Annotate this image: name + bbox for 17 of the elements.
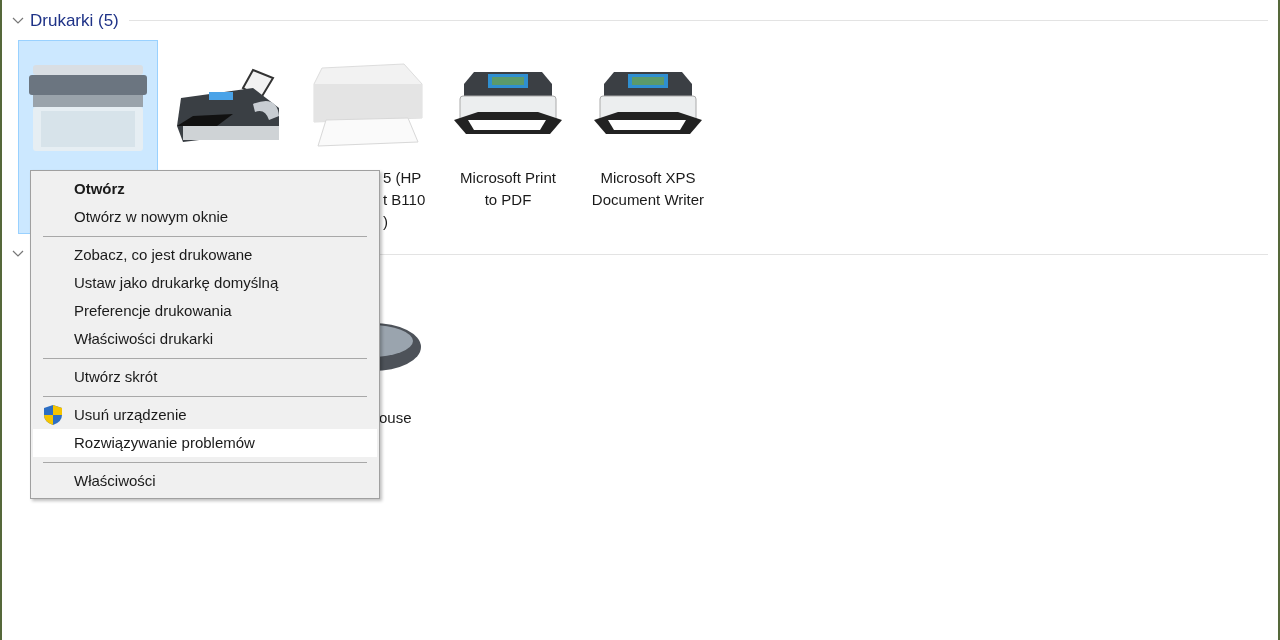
device-label: Microsoft XPS Document Writer [591,168,705,210]
printer-icon [29,65,147,151]
device-label: 5 (HP t B110 ) [383,168,426,232]
section-header[interactable]: Drukarki (5) [30,7,119,34]
menu-item[interactable]: Preferencje drukowania [33,297,377,325]
menu-item[interactable]: Właściwości drukarki [33,325,377,353]
device-label: ouse [378,408,412,428]
menu-item[interactable]: Ustaw jako drukarkę domyślną [33,269,377,297]
shield-icon [43,404,63,426]
chevron-icon[interactable] [12,16,24,25]
menu-item[interactable]: Utwórz skrót [33,363,377,391]
menu-item[interactable]: Usuń urządzenie [33,401,377,429]
device-label: Microsoft Print to PDF [460,168,556,210]
menu-item[interactable]: Zobacz, co jest drukowane [33,241,377,269]
menu-item[interactable]: Właściwości [33,467,377,495]
chevron-icon[interactable] [12,250,24,258]
menu-item[interactable]: Rozwiązywanie problemów [33,429,377,457]
